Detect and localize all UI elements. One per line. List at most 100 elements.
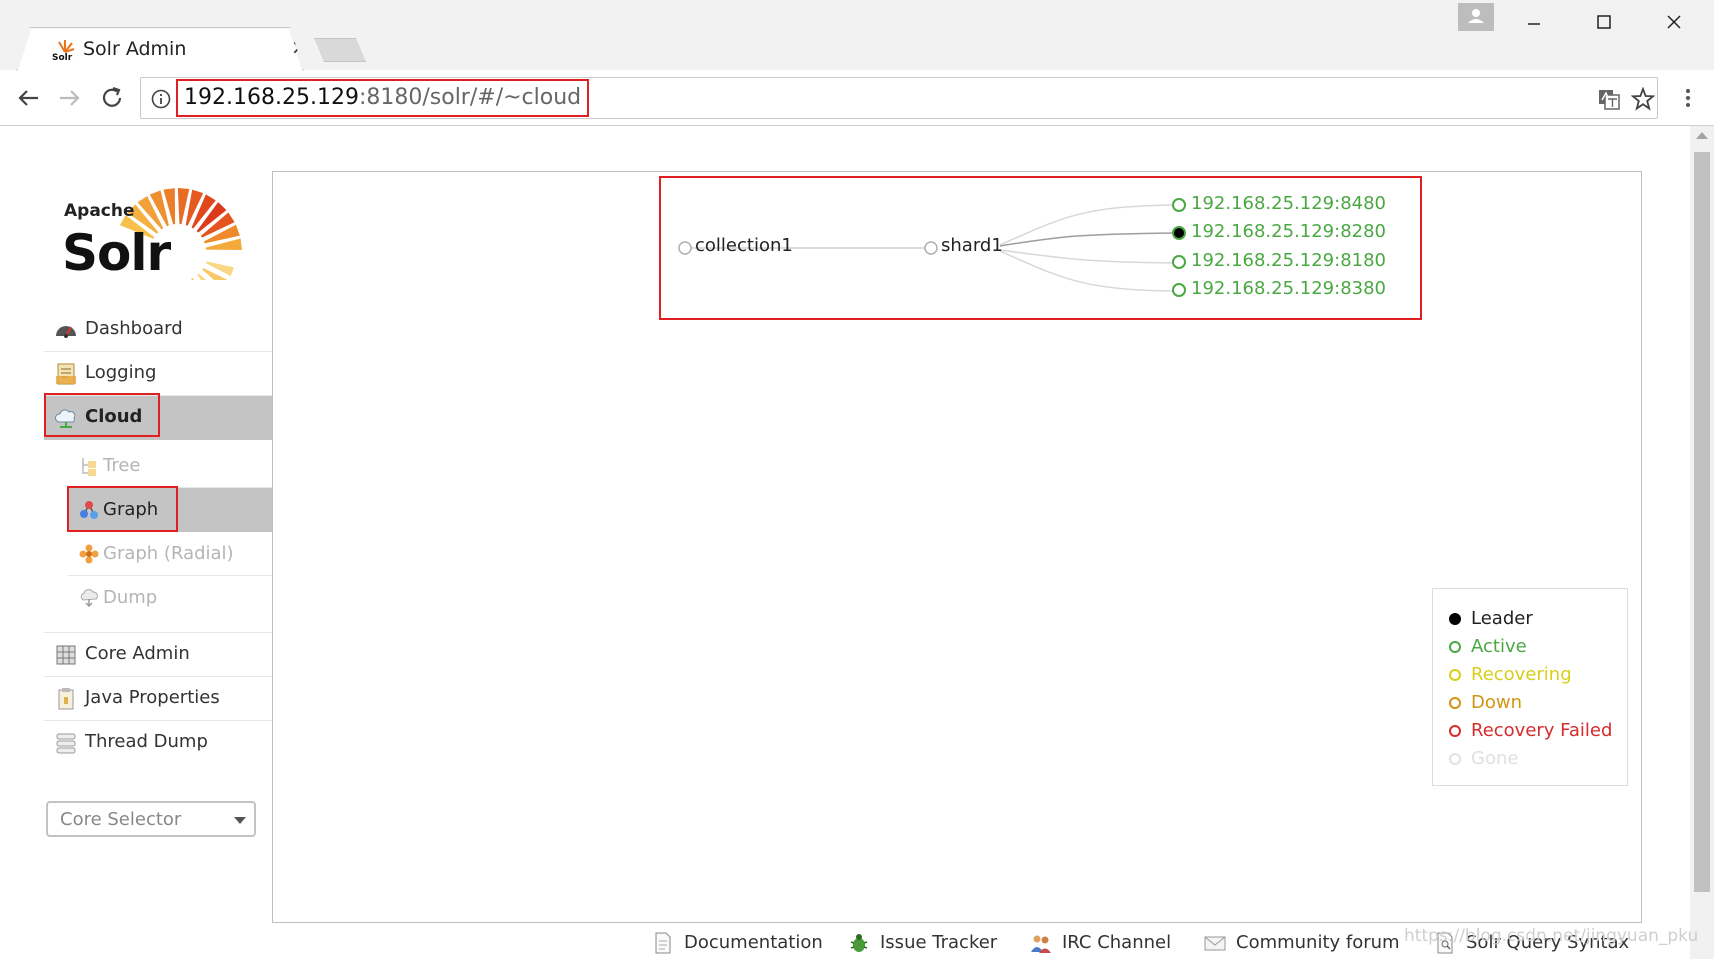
reload-button[interactable]: [96, 82, 128, 114]
cloud-icon: [55, 409, 76, 428]
cloud-submenu: Tree Graph Graph (Radial) Dump: [44, 440, 272, 633]
tab-title: Solr Admin: [83, 38, 187, 60]
scroll-up-arrow-icon[interactable]: [1696, 132, 1708, 139]
new-tab-button[interactable]: [314, 38, 366, 62]
legend-dot: [1449, 753, 1461, 765]
graph-radial-icon: [79, 544, 99, 564]
favicon-text: Solr: [52, 53, 73, 62]
legend-label: Active: [1471, 636, 1527, 657]
sidebar-subitem-graph-radial[interactable]: Graph (Radial): [68, 532, 272, 576]
bug-icon: [850, 934, 868, 952]
sidebar-item-cloud[interactable]: Cloud: [44, 396, 272, 440]
sidebar-item-label: Core Admin: [85, 643, 190, 664]
replica-label[interactable]: 192.168.25.129:8480: [1191, 193, 1386, 214]
legend-label: Down: [1471, 692, 1523, 713]
sidebar-subitem-label: Graph: [103, 499, 159, 520]
replica-label[interactable]: 192.168.25.129:8180: [1191, 250, 1386, 271]
scrollbar-thumb[interactable]: [1694, 152, 1710, 892]
footer-link-label: Issue Tracker: [880, 932, 998, 953]
sidebar-subitem-dump[interactable]: Dump: [68, 576, 272, 620]
legend-label: Recovering: [1471, 664, 1572, 685]
close-window-button[interactable]: [1654, 8, 1694, 36]
replica-label[interactable]: 192.168.25.129:8280: [1191, 221, 1386, 242]
core-admin-icon: [56, 645, 76, 665]
browser-titlebar: Solr Solr Admin ×: [0, 0, 1714, 70]
sidebar-item-thread-dump[interactable]: Thread Dump: [44, 721, 272, 765]
sidebar-subitem-graph[interactable]: Graph: [68, 488, 272, 532]
core-selector-dropdown[interactable]: Core Selector: [46, 801, 256, 837]
sidebar-subitem-tree[interactable]: Tree: [68, 444, 272, 488]
forward-button[interactable]: [54, 82, 86, 114]
graph-icon: [80, 501, 98, 519]
sidebar-subitem-label: Dump: [103, 587, 158, 608]
sidebar-item-dashboard[interactable]: Dashboard: [44, 308, 272, 352]
replica-node-leader[interactable]: [1172, 226, 1186, 240]
sidebar-item-label: Java Properties: [85, 687, 220, 708]
translate-icon[interactable]: [1597, 87, 1621, 111]
url-path: :8180/solr/#/~cloud: [358, 85, 582, 110]
back-button[interactable]: [12, 82, 44, 114]
dump-icon: [80, 589, 98, 608]
replica-label[interactable]: 192.168.25.129:8380: [1191, 278, 1386, 299]
minimize-button[interactable]: [1514, 8, 1554, 36]
edge-shard-replica-2: [999, 232, 1176, 247]
logo-apache-text: Apache: [64, 201, 135, 221]
shard-node[interactable]: [924, 241, 938, 255]
watermark-text: https://blog.csdn.net/jingyuan_pku: [1404, 926, 1699, 946]
sidebar-item-label: Logging: [85, 362, 157, 383]
tab-close-icon[interactable]: ×: [291, 37, 308, 57]
solr-logo[interactable]: Apache Solr: [62, 184, 252, 310]
info-icon[interactable]: [151, 89, 171, 109]
edge-shard-replica-3: [999, 249, 1176, 264]
sidebar-item-java-properties[interactable]: Java Properties: [44, 677, 272, 721]
person-icon: [1468, 9, 1484, 23]
forward-arrow-icon: [60, 90, 80, 106]
footer-link-label: Community forum: [1236, 932, 1400, 953]
maximize-button[interactable]: [1584, 8, 1624, 36]
document-icon: [655, 932, 671, 954]
edge-shard-replica-4: [999, 250, 1176, 292]
page-scrollbar[interactable]: [1690, 126, 1714, 959]
minimize-icon: [1528, 23, 1540, 25]
bookmark-star-icon[interactable]: [1631, 87, 1655, 111]
address-bar[interactable]: 192.168.25.129:8180/solr/#/~cloud: [140, 77, 1658, 119]
maximize-icon: [1597, 15, 1611, 29]
tree-icon: [82, 458, 96, 476]
logo-solr-text: Solr: [62, 224, 172, 280]
reload-icon: [102, 86, 122, 107]
footer-link-label: Documentation: [684, 932, 823, 953]
legend-label: Recovery Failed: [1471, 720, 1613, 741]
legend-dot: [1449, 725, 1461, 737]
legend-dot: [1449, 697, 1461, 709]
back-arrow-icon: [18, 90, 38, 106]
legend-dot: [1449, 641, 1461, 653]
core-selector-label: Core Selector: [60, 809, 182, 830]
state-legend: Leader Active Recovering Down Recovery F…: [1432, 588, 1628, 786]
browser-toolbar: 192.168.25.129:8180/solr/#/~cloud: [0, 70, 1714, 126]
collection-label[interactable]: collection1: [695, 235, 793, 256]
replica-node-active[interactable]: [1172, 283, 1186, 297]
solr-sun-logo-icon: Apache Solr: [62, 188, 242, 310]
replica-node-active[interactable]: [1172, 198, 1186, 212]
sidebar-subitem-label: Graph (Radial): [103, 543, 234, 564]
replica-node-active[interactable]: [1172, 255, 1186, 269]
sidebar-item-label: Dashboard: [85, 318, 183, 339]
sidebar-item-logging[interactable]: Logging: [44, 352, 272, 396]
dashboard-icon: [56, 326, 76, 338]
url-host: 192.168.25.129: [184, 85, 359, 110]
solr-favicon-icon: Solr: [51, 38, 75, 62]
browser-tab[interactable]: Solr Solr Admin ×: [16, 27, 304, 71]
url-text[interactable]: 192.168.25.129:8180/solr/#/~cloud: [176, 79, 590, 117]
footer-link-label: IRC Channel: [1062, 932, 1172, 953]
profile-button[interactable]: [1458, 3, 1494, 31]
collection-node[interactable]: [678, 241, 692, 255]
sidebar-item-core-admin[interactable]: Core Admin: [44, 633, 272, 677]
browser-menu-icon[interactable]: [1680, 82, 1696, 114]
sidebar-nav: Dashboard Logging Cloud Tree Graph Graph…: [44, 308, 272, 765]
people-icon: [1031, 935, 1051, 953]
legend-dot: [1449, 669, 1461, 681]
legend-label: Gone: [1471, 748, 1519, 769]
envelope-icon: [1204, 936, 1226, 951]
shard-label[interactable]: shard1: [941, 235, 1003, 256]
edge-shard-replica-1: [999, 204, 1176, 246]
